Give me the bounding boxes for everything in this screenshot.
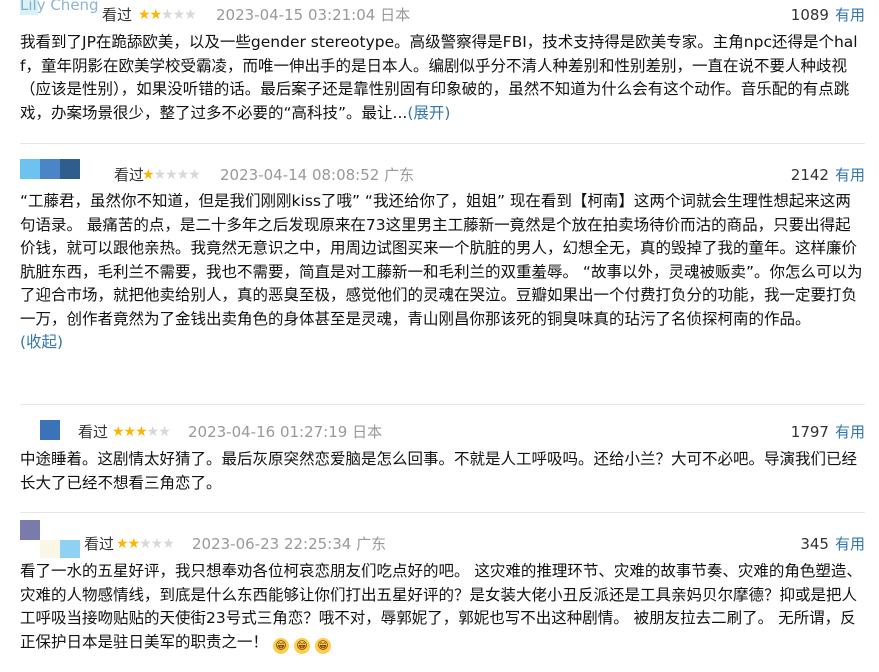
rating-stars: ★★★★★ <box>142 163 201 187</box>
grin-emoji-icon: 😁 <box>272 637 289 654</box>
vote-count: 345 有用 <box>800 535 865 553</box>
star-icon: ★★ <box>138 7 162 23</box>
rating-stars: ★★★★★ <box>112 420 171 444</box>
comment-text: 中途睡着。这剧情太好猜了。最后灰原突然恋爱脑是怎么回事。不就是人工呼吸吗。还给小… <box>20 450 858 492</box>
collapse-link[interactable]: (收起) <box>20 333 63 351</box>
grin-emoji-icon: 😁 <box>314 637 331 654</box>
star-empty-icon: ★★★★ <box>153 167 201 183</box>
star-icon: ★ <box>142 167 155 183</box>
useful-button[interactable]: 有用 <box>835 6 865 24</box>
avatar-part <box>60 159 80 179</box>
divider <box>20 143 865 144</box>
expand-link[interactable]: (展开) <box>407 104 450 122</box>
comment-meta: 看过 ★★★★★ 2023-04-16 01:27:19 日本 1797 有用 <box>20 420 865 444</box>
rating-stars: ★★★★★ <box>138 3 197 27</box>
username-link[interactable]: Lily Cheng <box>20 0 99 17</box>
comment-time: 2023-04-15 03:21:04 日本 <box>216 6 411 24</box>
vote-count: 2142 有用 <box>790 166 865 184</box>
divider <box>20 404 865 405</box>
avatar[interactable] <box>20 159 40 179</box>
watched-label: 看过 <box>78 423 109 441</box>
comment-time: 2023-06-23 22:25:34 广东 <box>192 535 387 553</box>
useful-button[interactable]: 有用 <box>835 535 865 553</box>
useful-button[interactable]: 有用 <box>835 166 865 184</box>
comment-text: 我看到了JP在跪舔欧美，以及一些gender stereotype。高级警察得是… <box>20 33 858 122</box>
comment-meta: 看过 ★★★★★ 2023-06-23 22:25:34 广东 345 有用 <box>20 532 865 556</box>
vote-count: 1797 有用 <box>790 423 865 441</box>
star-empty-icon: ★★★ <box>139 536 175 552</box>
comment-meta: 看过 ★★★★★ 2023-04-14 08:08:52 广东 2142 有用 <box>20 159 865 187</box>
comment-text: “工藤君，虽然你不知道，但是我们刚刚kiss了哦” “我还给你了，姐姐” 现在看… <box>20 192 863 351</box>
vote-count: 1089 有用 <box>790 6 865 24</box>
watched-label: 看过 <box>114 166 145 184</box>
grin-emoji-icon: 😁 <box>293 637 310 654</box>
useful-button[interactable]: 有用 <box>835 423 865 441</box>
star-icon: ★★★ <box>112 424 148 440</box>
avatar-part <box>40 159 60 179</box>
star-empty-icon: ★★ <box>146 424 171 440</box>
star-empty-icon: ★★★ <box>161 7 197 23</box>
comment-time: 2023-04-14 08:08:52 广东 <box>220 166 415 184</box>
comment-list: Lily Cheng 看过 ★★★★★ 2023-04-15 03:21:04 … <box>0 0 879 672</box>
avatar[interactable] <box>40 420 60 440</box>
comment-text: 看了一水的五星好评，我只想奉劝各位柯哀恋朋友们吃点好的吧。 这灾难的推理环节、灾… <box>20 562 862 654</box>
divider <box>20 512 865 513</box>
watched-label: 看过 <box>102 6 133 24</box>
star-icon: ★★ <box>116 536 140 552</box>
comment-meta: Lily Cheng 看过 ★★★★★ 2023-04-15 03:21:04 … <box>20 0 865 27</box>
watched-label: 看过 <box>84 535 115 553</box>
comment-time: 2023-04-16 01:27:19 日本 <box>188 423 383 441</box>
rating-stars: ★★★★★ <box>116 532 175 556</box>
